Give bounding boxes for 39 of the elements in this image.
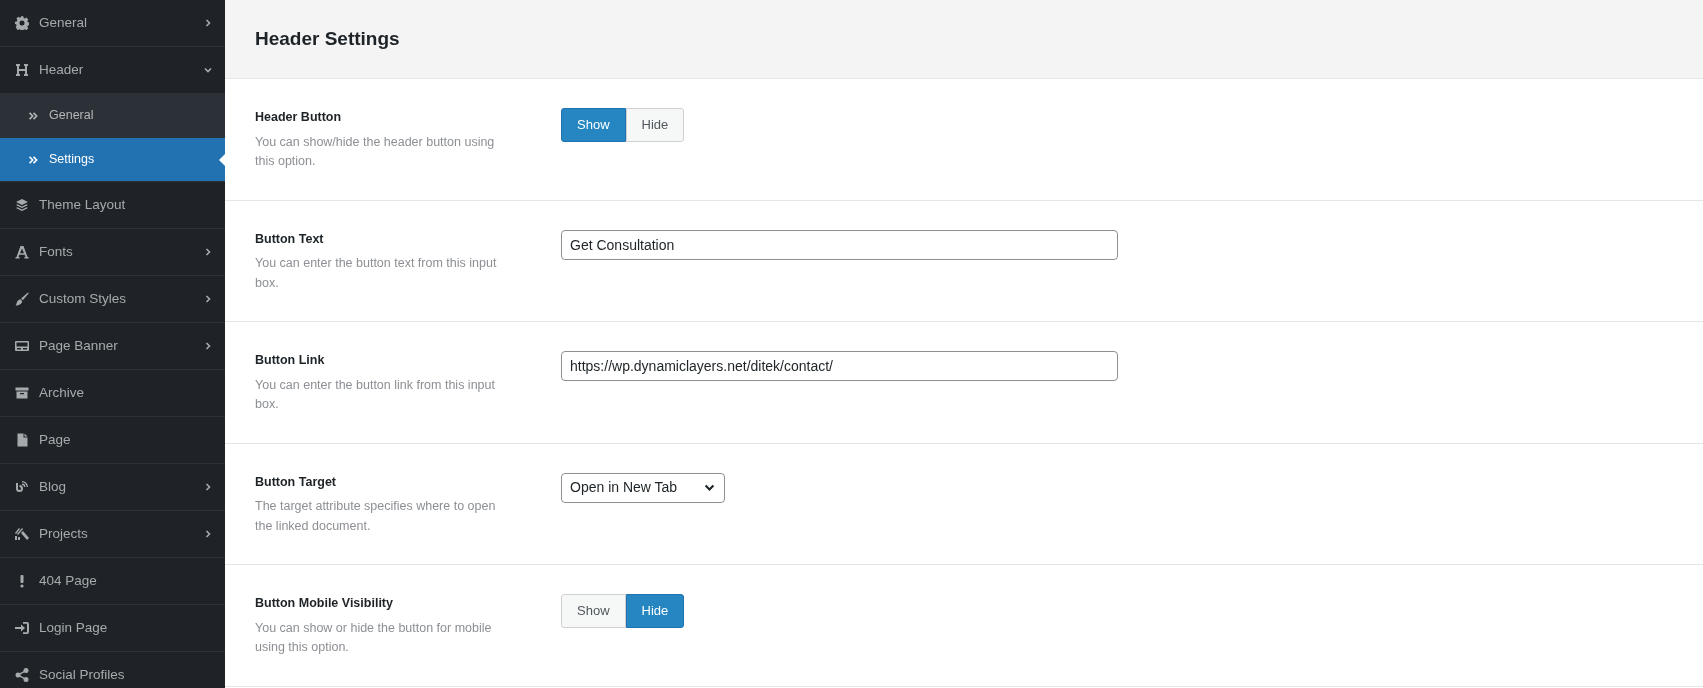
layers-icon — [15, 198, 29, 212]
chevron-right-icon — [203, 18, 213, 28]
chevron-right-icon — [203, 529, 213, 539]
toggle-option[interactable]: Hide — [625, 108, 685, 142]
chevron-right-icon — [203, 247, 213, 257]
setting-description: You can show/hide the header button using this option. — [255, 133, 496, 171]
text-input[interactable]: Get Consultation — [561, 229, 1118, 260]
share-icon — [15, 668, 29, 682]
sign-in-icon — [15, 621, 29, 635]
rss-icon — [15, 480, 29, 494]
chevron-right-icon — [203, 482, 213, 492]
select-dropdown[interactable]: Open in New Tab — [561, 472, 725, 503]
setting-label: Button Link — [255, 352, 326, 369]
font-icon — [15, 245, 29, 259]
toggle-option[interactable]: Show — [561, 594, 626, 628]
chevron-down-icon — [203, 65, 213, 75]
sidebar-item[interactable]: Settings — [0, 138, 225, 182]
page-title: Header Settings — [255, 27, 400, 51]
setting-description: You can enter the button text from this input box. — [255, 255, 498, 292]
chevron-right-icon — [203, 294, 213, 304]
gear-icon — [15, 16, 29, 30]
archive-icon — [15, 386, 29, 400]
setting-description: You can enter the button link from this input box. — [255, 376, 496, 414]
sidebar-item[interactable]: General — [0, 94, 225, 138]
setting-label: Button Mobile Visibility — [255, 595, 394, 612]
setting-label: Header Button — [255, 109, 343, 126]
setting-label: Button Text — [255, 230, 325, 248]
chevron-right-icon — [203, 341, 213, 351]
heading-icon — [15, 63, 29, 77]
setting-description: You can show or hide the button for mobile using this option. — [255, 619, 493, 657]
file-icon — [15, 433, 29, 447]
toggle-option[interactable]: Hide — [625, 594, 685, 628]
banner-icon — [15, 339, 29, 353]
setting-description: The target attribute specifies where to open the linked document. — [255, 498, 497, 535]
toggle-option[interactable]: Show — [561, 108, 626, 142]
text-input[interactable]: https://wp.dynamiclayers.net/ditek/contact/ — [561, 351, 1118, 381]
setting-label: Button Target — [255, 473, 337, 491]
brush-icon — [15, 292, 29, 306]
tools-icon — [15, 527, 29, 541]
